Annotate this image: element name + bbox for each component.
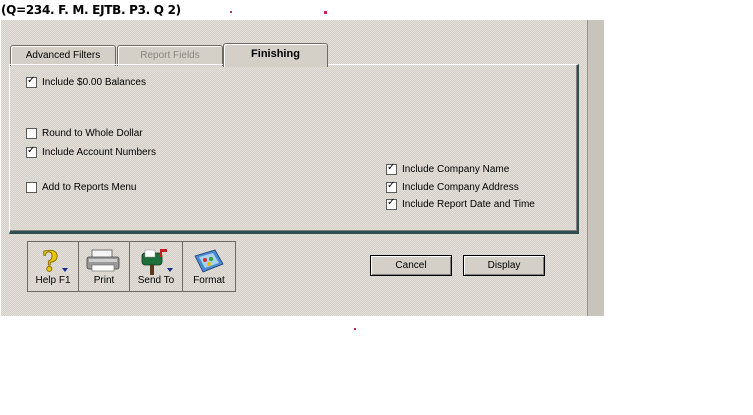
round-whole-dollar-checkbox[interactable]: Round to Whole Dollar bbox=[26, 126, 143, 140]
mailbox-icon bbox=[141, 249, 173, 275]
checkbox-label: Include Report Date and Time bbox=[402, 198, 535, 210]
checkbox-box[interactable] bbox=[386, 197, 397, 210]
checkbox-label: Include Company Name bbox=[402, 163, 510, 175]
format-label: Format bbox=[193, 275, 225, 286]
help-label: Help F1 bbox=[35, 275, 71, 286]
checkbox-label: Include Company Address bbox=[402, 181, 519, 193]
tab-finishing[interactable]: Finishing bbox=[223, 43, 328, 67]
stray-dot bbox=[354, 328, 356, 330]
report-toolbar: ? Help F1 Print Send To Format bbox=[27, 241, 236, 292]
checkbox-box[interactable] bbox=[386, 162, 397, 175]
print-button[interactable]: Print bbox=[79, 242, 130, 291]
checkbox-box[interactable] bbox=[26, 75, 37, 88]
cancel-button[interactable]: Cancel bbox=[370, 255, 452, 276]
checkbox-box[interactable] bbox=[26, 145, 37, 158]
stray-dot bbox=[324, 11, 327, 14]
include-zero-balances-checkbox[interactable]: Include $0.00 Balances bbox=[26, 75, 146, 89]
caption-text: (Q=234. F. M. EJTB. P3. Q 2) bbox=[1, 3, 181, 17]
send-to-button[interactable]: Send To bbox=[130, 242, 183, 291]
checkbox-label: Include Account Numbers bbox=[42, 146, 156, 158]
help-question-icon: ? bbox=[42, 246, 68, 276]
stray-dot bbox=[230, 11, 232, 13]
include-report-date-time-checkbox[interactable]: Include Report Date and Time bbox=[386, 197, 535, 211]
checkbox-label: Add to Reports Menu bbox=[42, 181, 137, 193]
include-company-address-checkbox[interactable]: Include Company Address bbox=[386, 180, 519, 194]
checkbox-box[interactable] bbox=[26, 181, 37, 193]
format-button[interactable]: Format bbox=[183, 242, 235, 291]
dialog-right-edge bbox=[587, 20, 604, 316]
tab-advanced-filters[interactable]: Advanced Filters bbox=[10, 45, 116, 66]
svg-text:?: ? bbox=[42, 246, 58, 276]
display-button[interactable]: Display bbox=[463, 255, 545, 276]
send-to-label: Send To bbox=[137, 275, 175, 286]
help-button[interactable]: ? Help F1 bbox=[28, 242, 79, 291]
checkbox-label: Include $0.00 Balances bbox=[42, 76, 146, 88]
checkbox-box[interactable] bbox=[386, 180, 397, 193]
print-label: Print bbox=[93, 275, 115, 286]
format-icon bbox=[194, 249, 224, 273]
tab-report-fields[interactable]: Report Fields bbox=[117, 45, 223, 66]
checkbox-label: Round to Whole Dollar bbox=[42, 127, 143, 139]
printer-icon bbox=[86, 249, 120, 272]
include-account-numbers-checkbox[interactable]: Include Account Numbers bbox=[26, 145, 156, 159]
include-company-name-checkbox[interactable]: Include Company Name bbox=[386, 162, 509, 176]
checkbox-box[interactable] bbox=[26, 127, 37, 139]
add-to-reports-menu-checkbox[interactable]: Add to Reports Menu bbox=[26, 180, 137, 194]
